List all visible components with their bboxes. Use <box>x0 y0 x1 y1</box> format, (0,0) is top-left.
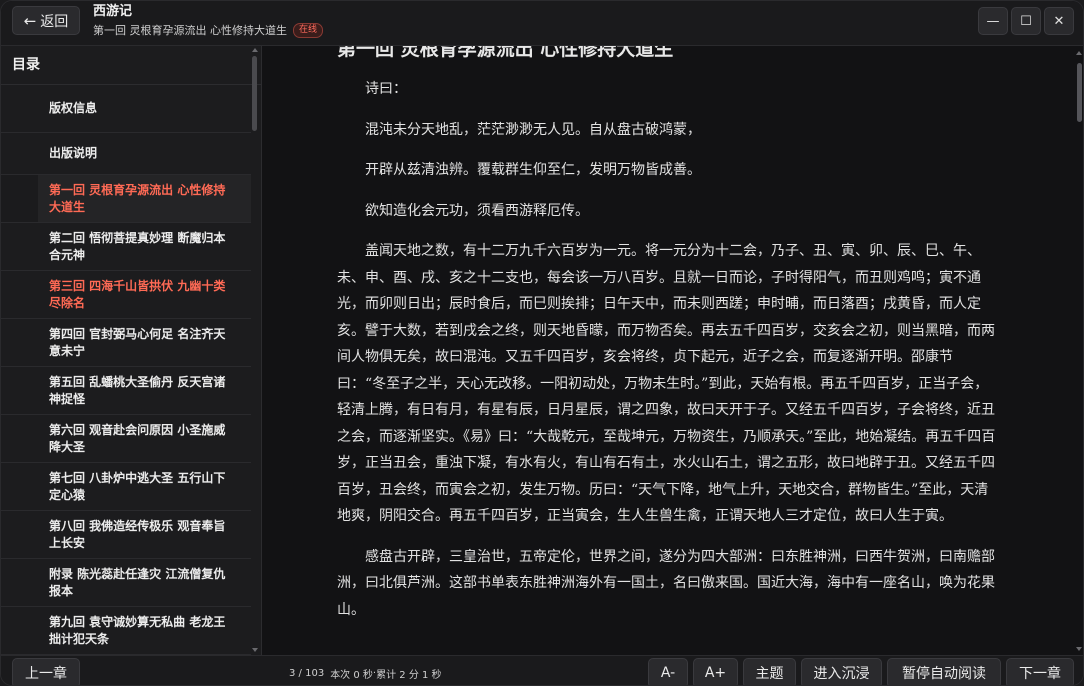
toc-item-label: 第三回 四海千山皆拱伏 九幽十类尽除名 <box>49 278 226 310</box>
toc-title: 目录 <box>1 46 261 85</box>
toc-item-copyright[interactable]: 版权信息 <box>1 84 251 133</box>
minimize-icon: — <box>986 13 1000 29</box>
toc-item-label: 出版说明 <box>49 146 98 160</box>
toc-item-label: 第六回 观音赴会问原因 小圣施威降大圣 <box>49 422 226 454</box>
arrow-left-icon: ← <box>23 11 37 30</box>
toc-sidebar: 目录 版权信息 出版说明 第一回 灵根育孕源流出 心性修持大道生 第二回 悟彻菩… <box>1 46 262 655</box>
toc-item-chapter-1[interactable]: 第一回 灵根育孕源流出 心性修持大道生 <box>1 175 251 223</box>
reading-area: 第一回 灵根育孕源流出 心性修持大道生 诗曰： 混沌未分天地乱，茫茫渺渺无人见。… <box>263 46 1071 655</box>
toc-item-label: 版权信息 <box>49 100 98 115</box>
title-bar: ← 返回 西游记 第一回 灵根育孕源流出 心性修持大道生 在线 — ☐ ✕ <box>1 1 1083 46</box>
toc-item-label: 第五回 乱蟠桃大圣偷丹 反天宫诸神捉怪 <box>49 374 226 406</box>
toc-item-label: 第八回 我佛造经传极乐 观音奉旨上长安 <box>49 518 226 550</box>
bottom-toolbar: 上一章 3 / 103 本次 0 秒 · 累计 2 分 1 秒 A- A+ 主题… <box>1 655 1083 685</box>
toc-item-appendix[interactable]: 附录 陈光蕊赴任逢灾 江流僧复仇报本 <box>1 559 251 607</box>
toc-item-chapter-5[interactable]: 第五回 乱蟠桃大圣偷丹 反天宫诸神捉怪 <box>1 367 251 415</box>
content-scroll-up-icon[interactable] <box>1076 51 1082 55</box>
toc-scrollbar[interactable] <box>252 56 257 131</box>
toc-scroll-down-icon[interactable] <box>252 648 258 652</box>
immersive-mode-button[interactable]: 进入沉浸 <box>801 658 882 685</box>
page-indicator: 3 / 103 <box>289 668 325 679</box>
toc-scroll-up-icon[interactable] <box>252 48 258 52</box>
chapter-text: 诗曰： 混沌未分天地乱，茫茫渺渺无人见。自从盘古破鸿蒙， 开辟从兹清浊辨。覆载群… <box>337 76 1001 637</box>
subtitle-row: 第一回 灵根育孕源流出 心性修持大道生 在线 <box>93 23 324 38</box>
paragraph: 盖闻天地之数，有十二万九千六百岁为一元。将一元分为十二会，乃子、丑、寅、卯、辰、… <box>337 243 996 524</box>
theme-button[interactable]: 主题 <box>743 658 796 685</box>
toc-item-label: 附录 陈光蕊赴任逢灾 江流僧复仇报本 <box>49 566 226 598</box>
close-icon: ✕ <box>1053 13 1065 29</box>
toc-item-chapter-6[interactable]: 第六回 观音赴会问原因 小圣施威降大圣 <box>1 415 251 463</box>
font-smaller-button[interactable]: A- <box>648 658 688 685</box>
toc-list: 版权信息 出版说明 第一回 灵根育孕源流出 心性修持大道生 第二回 悟彻菩提真妙… <box>1 84 251 655</box>
toc-item-chapter-3[interactable]: 第三回 四海千山皆拱伏 九幽十类尽除名 <box>1 271 251 319</box>
back-button[interactable]: ← 返回 <box>12 6 80 35</box>
maximize-icon: ☐ <box>1020 13 1032 29</box>
chapter-subtitle: 第一回 灵根育孕源流出 心性修持大道生 <box>93 23 287 37</box>
content-scroll-down-icon[interactable] <box>1076 647 1082 651</box>
toc-item-label: 第七回 八卦炉中逃大圣 五行山下定心猿 <box>49 470 226 502</box>
paragraph: 感盘古开辟，三皇治世，五帝定伦，世界之间，遂分为四大部洲：曰东胜神洲，曰西牛贺洲… <box>337 548 995 618</box>
minimize-button[interactable]: — <box>978 7 1008 35</box>
toc-item-publication-note[interactable]: 出版说明 <box>1 133 251 175</box>
reader-window: ← 返回 西游记 第一回 灵根育孕源流出 心性修持大道生 在线 — ☐ ✕ 目录… <box>0 0 1084 686</box>
toc-item-chapter-8[interactable]: 第八回 我佛造经传极乐 观音奉旨上长安 <box>1 511 251 559</box>
close-button[interactable]: ✕ <box>1044 7 1074 35</box>
toc-item-chapter-4[interactable]: 第四回 官封弼马心何足 名注齐天意未宁 <box>1 319 251 367</box>
title-block: 西游记 第一回 灵根育孕源流出 心性修持大道生 在线 <box>93 4 324 38</box>
status-badge: 在线 <box>293 23 324 38</box>
pause-autoread-button[interactable]: 暂停自动阅读 <box>887 658 1001 685</box>
next-chapter-button[interactable]: 下一章 <box>1006 658 1074 685</box>
paragraph: 开辟从兹清浊辨。覆载群生仰至仁，发明万物皆成善。 <box>365 162 701 178</box>
toc-item-label: 第九回 袁守诚妙算无私曲 老龙王拙计犯天条 <box>49 614 226 646</box>
toc-item-label: 第四回 官封弼马心何足 名注齐天意未宁 <box>49 326 226 358</box>
toc-item-chapter-7[interactable]: 第七回 八卦炉中逃大圣 五行山下定心猿 <box>1 463 251 511</box>
reading-progress: 3 / 103 本次 0 秒 · 累计 2 分 1 秒 <box>289 666 442 681</box>
toc-item-chapter-2[interactable]: 第二回 悟彻菩提真妙理 断魔归本合元神 <box>1 223 251 271</box>
back-label: 返回 <box>40 13 69 30</box>
book-title: 西游记 <box>93 4 133 19</box>
toc-item-label: 第一回 灵根育孕源流出 心性修持大道生 <box>49 182 226 214</box>
total-time: 累计 2 分 1 秒 <box>376 670 442 681</box>
toc-item-chapter-9[interactable]: 第九回 袁守诚妙算无私曲 老龙王拙计犯天条 <box>1 607 251 655</box>
font-larger-button[interactable]: A+ <box>693 658 738 685</box>
maximize-button[interactable]: ☐ <box>1011 7 1041 35</box>
chapter-heading: 第一回 灵根育孕源流出 心性修持大道生 <box>337 46 674 60</box>
session-time: 本次 0 秒 <box>330 670 373 681</box>
paragraph: 混沌未分天地乱，茫茫渺渺无人见。自从盘古破鸿蒙， <box>365 121 701 138</box>
toc-item-label: 第二回 悟彻菩提真妙理 断魔归本合元神 <box>49 230 226 262</box>
content-scrollbar[interactable] <box>1077 63 1082 122</box>
paragraph: 诗曰： <box>365 81 407 97</box>
paragraph: 欲知造化会元功，须看西游释厄传。 <box>365 202 589 219</box>
prev-chapter-button[interactable]: 上一章 <box>12 658 80 685</box>
